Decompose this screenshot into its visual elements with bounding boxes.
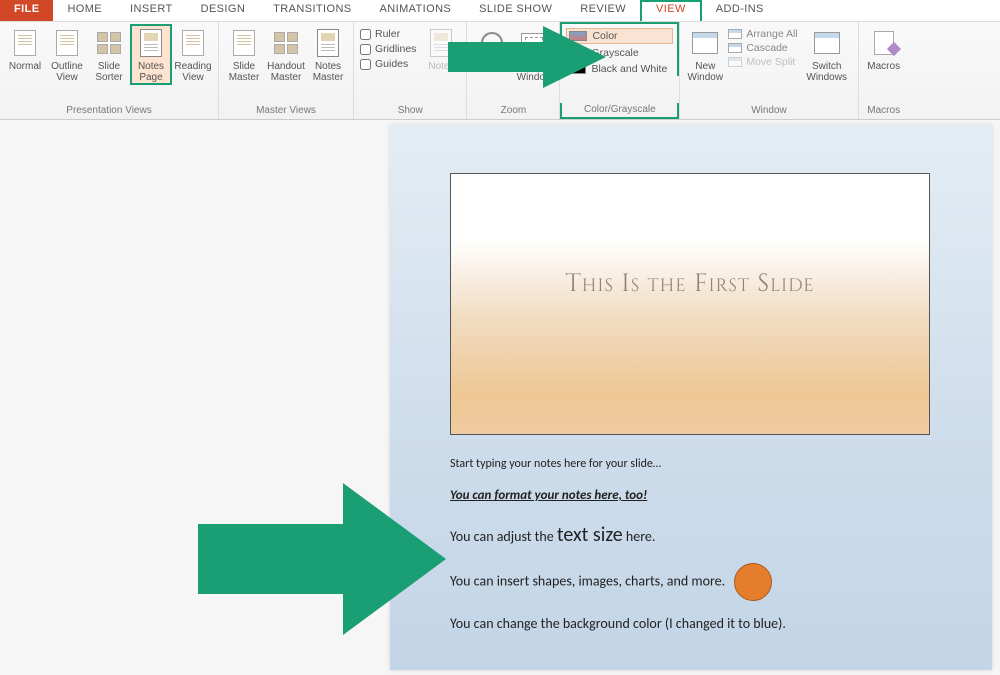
gridlines-checkbox[interactable]: Gridlines: [360, 43, 416, 55]
notes-page-button[interactable]: NotesPage: [130, 24, 172, 85]
slide-thumbnail[interactable]: This Is the First Slide: [450, 173, 930, 435]
handout-master-icon: [271, 28, 301, 58]
arrange-all-icon: [728, 29, 742, 39]
notes-line-2: You can format your notes here, too!: [450, 486, 932, 507]
tab-transitions[interactable]: TRANSITIONS: [259, 0, 365, 21]
orange-circle-shape[interactable]: [734, 563, 772, 601]
annotation-arrow-bottom: [198, 479, 448, 639]
tab-review[interactable]: REVIEW: [566, 0, 640, 21]
group-label-presentation-views: Presentation Views: [4, 104, 214, 118]
notes-body[interactable]: Start typing your notes here for your sl…: [450, 455, 932, 647]
tab-design[interactable]: DESIGN: [187, 0, 260, 21]
notes-master-icon: [313, 28, 343, 58]
group-label-color-grayscale: Color/Grayscale: [560, 103, 679, 119]
handout-master-button[interactable]: HandoutMaster: [265, 24, 307, 84]
group-window: NewWindow Arrange All Cascade Move Split…: [680, 22, 858, 119]
group-label-zoom: Zoom: [471, 104, 555, 118]
switch-windows-button[interactable]: SwitchWindows: [800, 24, 854, 84]
slide-master-icon: [229, 28, 259, 58]
notes-line-5: You can change the background color (I c…: [450, 613, 932, 635]
notes-line-1: Start typing your notes here for your sl…: [450, 455, 932, 474]
move-split-button[interactable]: Move Split: [728, 56, 797, 68]
outline-view-label: OutlineView: [51, 61, 83, 83]
notes-line-3: You can adjust the text size here.: [450, 519, 932, 551]
notes-page-icon: [136, 28, 166, 58]
normal-view-label: Normal: [9, 61, 41, 72]
normal-view-button[interactable]: Normal: [4, 24, 46, 73]
slide-sorter-button[interactable]: SlideSorter: [88, 24, 130, 84]
tab-view[interactable]: VIEW: [640, 0, 702, 21]
group-presentation-views: Normal OutlineView SlideSorter NotesPage…: [0, 22, 219, 119]
tab-file[interactable]: FILE: [0, 0, 53, 21]
slide-sorter-icon: [94, 28, 124, 58]
move-split-icon: [728, 57, 742, 67]
ruler-checkbox[interactable]: Ruler: [360, 28, 416, 40]
notes-page-label: NotesPage: [138, 61, 164, 83]
reading-view-icon: [178, 28, 208, 58]
slide-title: This Is the First Slide: [451, 268, 929, 434]
tab-slideshow[interactable]: SLIDE SHOW: [465, 0, 566, 21]
group-label-window: Window: [684, 104, 853, 118]
reading-view-label: ReadingView: [174, 61, 211, 83]
group-label-master-views: Master Views: [223, 104, 349, 118]
notes-line-4: You can insert shapes, images, charts, a…: [450, 563, 932, 601]
new-window-label: NewWindow: [688, 61, 724, 83]
arrange-all-button[interactable]: Arrange All: [728, 28, 797, 40]
notes-master-button[interactable]: NotesMaster: [307, 24, 349, 84]
slide-sorter-label: SlideSorter: [95, 61, 122, 83]
reading-view-button[interactable]: ReadingView: [172, 24, 214, 84]
tab-home[interactable]: HOME: [53, 0, 116, 21]
outline-view-icon: [52, 28, 82, 58]
switch-windows-icon: [812, 28, 842, 58]
guides-checkbox[interactable]: Guides: [360, 58, 416, 70]
macros-label: Macros: [867, 61, 900, 72]
switch-windows-label: SwitchWindows: [806, 61, 847, 83]
new-window-icon: [690, 28, 720, 58]
cascade-icon: [728, 43, 742, 53]
tab-addins[interactable]: ADD-INS: [702, 0, 778, 21]
normal-view-icon: [10, 28, 40, 58]
slide-master-label: SlideMaster: [229, 61, 260, 83]
notes-master-label: NotesMaster: [313, 61, 344, 83]
group-label-macros: Macros: [863, 104, 905, 118]
notes-page-workarea: This Is the First Slide Start typing you…: [0, 120, 1000, 675]
tab-insert[interactable]: INSERT: [116, 0, 187, 21]
new-window-button[interactable]: NewWindow: [684, 24, 726, 84]
group-label-show: Show: [358, 104, 462, 118]
ribbon-tabs: FILE HOME INSERT DESIGN TRANSITIONS ANIM…: [0, 0, 1000, 22]
handout-master-label: HandoutMaster: [267, 61, 305, 83]
macros-button[interactable]: Macros: [863, 24, 905, 73]
outline-view-button[interactable]: OutlineView: [46, 24, 88, 84]
tab-animations[interactable]: ANIMATIONS: [366, 0, 466, 21]
group-macros: Macros Macros: [859, 22, 909, 119]
cascade-button[interactable]: Cascade: [728, 42, 797, 54]
annotation-arrow-top: [448, 22, 608, 92]
slide-master-button[interactable]: SlideMaster: [223, 24, 265, 84]
notes-page-sheet[interactable]: This Is the First Slide Start typing you…: [390, 125, 992, 670]
macros-icon: [869, 28, 899, 58]
group-master-views: SlideMaster HandoutMaster NotesMaster Ma…: [219, 22, 354, 119]
